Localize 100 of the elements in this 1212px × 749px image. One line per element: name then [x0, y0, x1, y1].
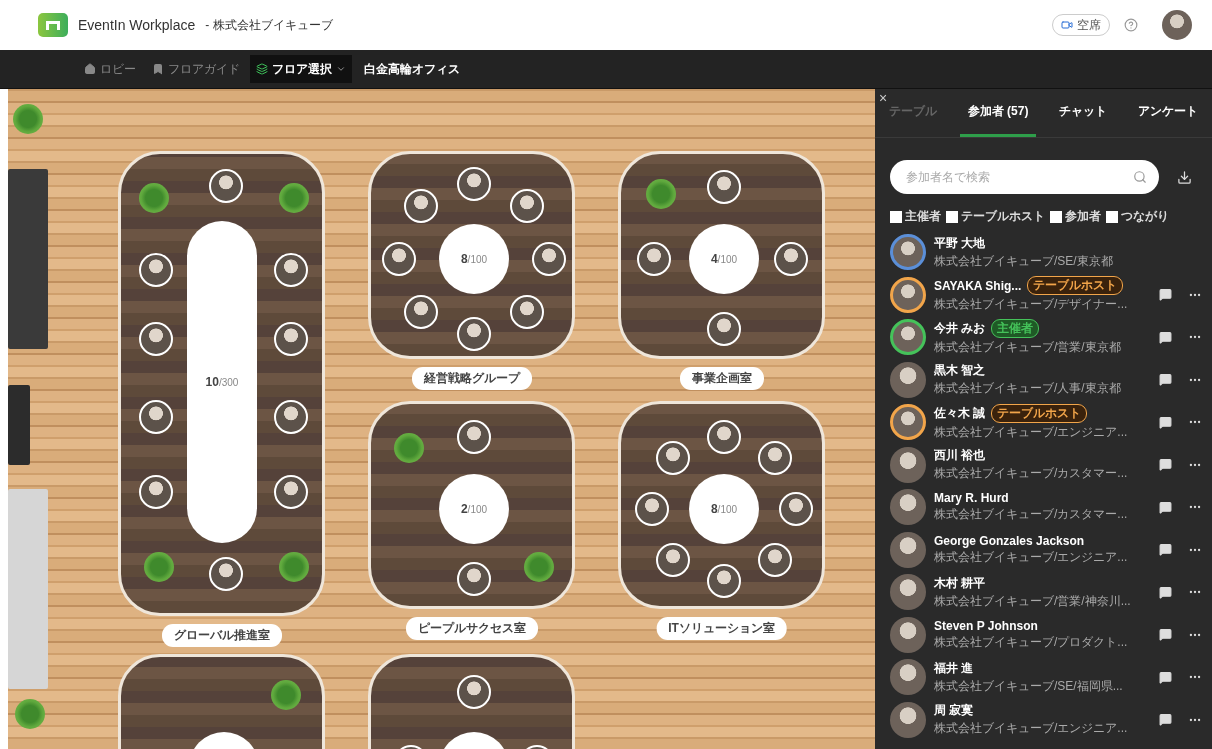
plant-icon: [394, 433, 424, 463]
avatar[interactable]: [637, 242, 671, 276]
filter-checkbox[interactable]: つながり: [1106, 208, 1169, 225]
chat-icon[interactable]: [1159, 288, 1172, 302]
close-button[interactable]: ×: [879, 91, 888, 105]
avatar[interactable]: [635, 492, 669, 526]
room-label[interactable]: ピープルサクセス室: [405, 617, 538, 640]
participant-avatar[interactable]: [890, 531, 926, 568]
panel-tab[interactable]: チャット: [1051, 89, 1116, 137]
nav-link[interactable]: ロビー: [78, 55, 142, 83]
room-label[interactable]: ITソリューション室: [656, 617, 787, 640]
participant-avatar[interactable]: [890, 659, 926, 696]
avatar[interactable]: [532, 242, 566, 276]
participant-avatar[interactable]: [890, 574, 926, 611]
chat-icon[interactable]: [1159, 585, 1172, 599]
panel-tab[interactable]: アンケート: [1130, 89, 1206, 137]
room-area[interactable]: 2/100: [368, 401, 575, 609]
avatar[interactable]: [139, 400, 173, 434]
participant-detail: 株式会社ブイキューブ/人事/東京都: [934, 380, 1122, 398]
avatar[interactable]: [209, 169, 243, 203]
chat-icon[interactable]: [1159, 373, 1172, 387]
avatar[interactable]: [139, 322, 173, 356]
avatar[interactable]: [757, 441, 792, 476]
nav-link[interactable]: フロアガイド: [146, 55, 246, 83]
organization-name: - 株式会社ブイキューブ: [205, 16, 333, 34]
participant-avatar[interactable]: [890, 489, 926, 526]
avatar[interactable]: [209, 557, 243, 591]
participant-avatar[interactable]: [890, 361, 926, 398]
checkbox[interactable]: [1106, 210, 1118, 223]
download-icon[interactable]: [1177, 169, 1192, 185]
avatar[interactable]: [274, 322, 308, 356]
participant-avatar[interactable]: [890, 319, 926, 356]
avatar[interactable]: [707, 170, 741, 204]
avatar[interactable]: [656, 542, 691, 577]
checkbox[interactable]: [890, 210, 902, 223]
avatar[interactable]: [403, 188, 438, 223]
avatar[interactable]: [707, 564, 741, 598]
user-avatar[interactable]: [1162, 10, 1192, 40]
app-logo[interactable]: [38, 13, 68, 37]
participant-name: Mary R. Hurd: [934, 491, 1009, 506]
avatar[interactable]: [139, 253, 173, 287]
participant-detail: 株式会社ブイキューブ/プロダクト...: [934, 633, 1129, 651]
avatar[interactable]: [457, 167, 491, 201]
nav-link[interactable]: フロア選択: [250, 55, 352, 83]
checkbox[interactable]: [946, 210, 958, 223]
avatar[interactable]: [707, 312, 741, 346]
avatar[interactable]: [274, 253, 308, 287]
participant-avatar[interactable]: [890, 404, 926, 441]
filter-checkbox[interactable]: テーブルホスト: [946, 208, 1045, 225]
plant-icon: [524, 552, 554, 582]
status-button[interactable]: 空席: [1052, 14, 1110, 36]
chat-icon[interactable]: [1159, 458, 1172, 472]
avatar[interactable]: [757, 542, 792, 577]
avatar[interactable]: [510, 188, 545, 223]
chat-icon[interactable]: [1159, 628, 1172, 642]
participant-avatar[interactable]: [890, 616, 926, 653]
avatar[interactable]: [779, 492, 813, 526]
chat-icon[interactable]: [1159, 500, 1172, 514]
search-field[interactable]: 参加者名で検索: [890, 160, 1159, 194]
room-area[interactable]: 10/300: [118, 151, 325, 616]
room-label[interactable]: 経営戦略グループ: [411, 367, 532, 390]
search-input[interactable]: 参加者名で検索: [904, 169, 1133, 185]
filter-checkbox[interactable]: 参加者: [1050, 208, 1101, 225]
participant-detail: 株式会社ブイキューブ/SE/東京都: [934, 252, 1114, 270]
avatar[interactable]: [457, 317, 491, 351]
filter-checkbox[interactable]: 主催者: [890, 208, 941, 225]
chat-icon[interactable]: [1159, 670, 1172, 684]
avatar[interactable]: [457, 420, 491, 454]
help-icon[interactable]: [1124, 18, 1138, 32]
avatar[interactable]: [274, 400, 308, 434]
chat-icon[interactable]: [1159, 713, 1172, 727]
avatar[interactable]: [457, 562, 491, 596]
participant-detail: 株式会社ブイキューブ/エンジニア...: [934, 423, 1129, 441]
avatar[interactable]: [707, 420, 741, 454]
participant-avatar[interactable]: [890, 234, 926, 271]
plant-icon: [271, 680, 301, 710]
panel-tab[interactable]: 参加者 (57): [959, 89, 1037, 137]
avatar[interactable]: [457, 675, 491, 709]
participant-name: 佐々木 誠: [934, 404, 986, 422]
participant-name: 今井 みお: [934, 319, 986, 337]
participant-avatar[interactable]: [890, 701, 926, 738]
room-area[interactable]: 8/100: [618, 401, 825, 609]
avatar[interactable]: [139, 475, 173, 509]
bookmark-icon: [152, 63, 164, 75]
avatar[interactable]: [274, 475, 308, 509]
avatar[interactable]: [403, 295, 438, 330]
checkbox[interactable]: [1050, 210, 1062, 223]
room-label[interactable]: 事業企画室: [679, 367, 764, 390]
avatar[interactable]: [382, 242, 416, 276]
avatar[interactable]: [774, 242, 808, 276]
participant-avatar[interactable]: [890, 276, 926, 313]
chat-icon[interactable]: [1159, 415, 1172, 429]
chat-icon[interactable]: [1159, 330, 1172, 344]
room-area[interactable]: 8/100: [368, 151, 575, 359]
avatar[interactable]: [510, 295, 545, 330]
participant-avatar[interactable]: [890, 446, 926, 483]
room-label[interactable]: グローバル推進室: [161, 624, 282, 647]
room-area[interactable]: 4/100: [618, 151, 825, 359]
avatar[interactable]: [656, 441, 691, 476]
chat-icon[interactable]: [1159, 543, 1172, 557]
